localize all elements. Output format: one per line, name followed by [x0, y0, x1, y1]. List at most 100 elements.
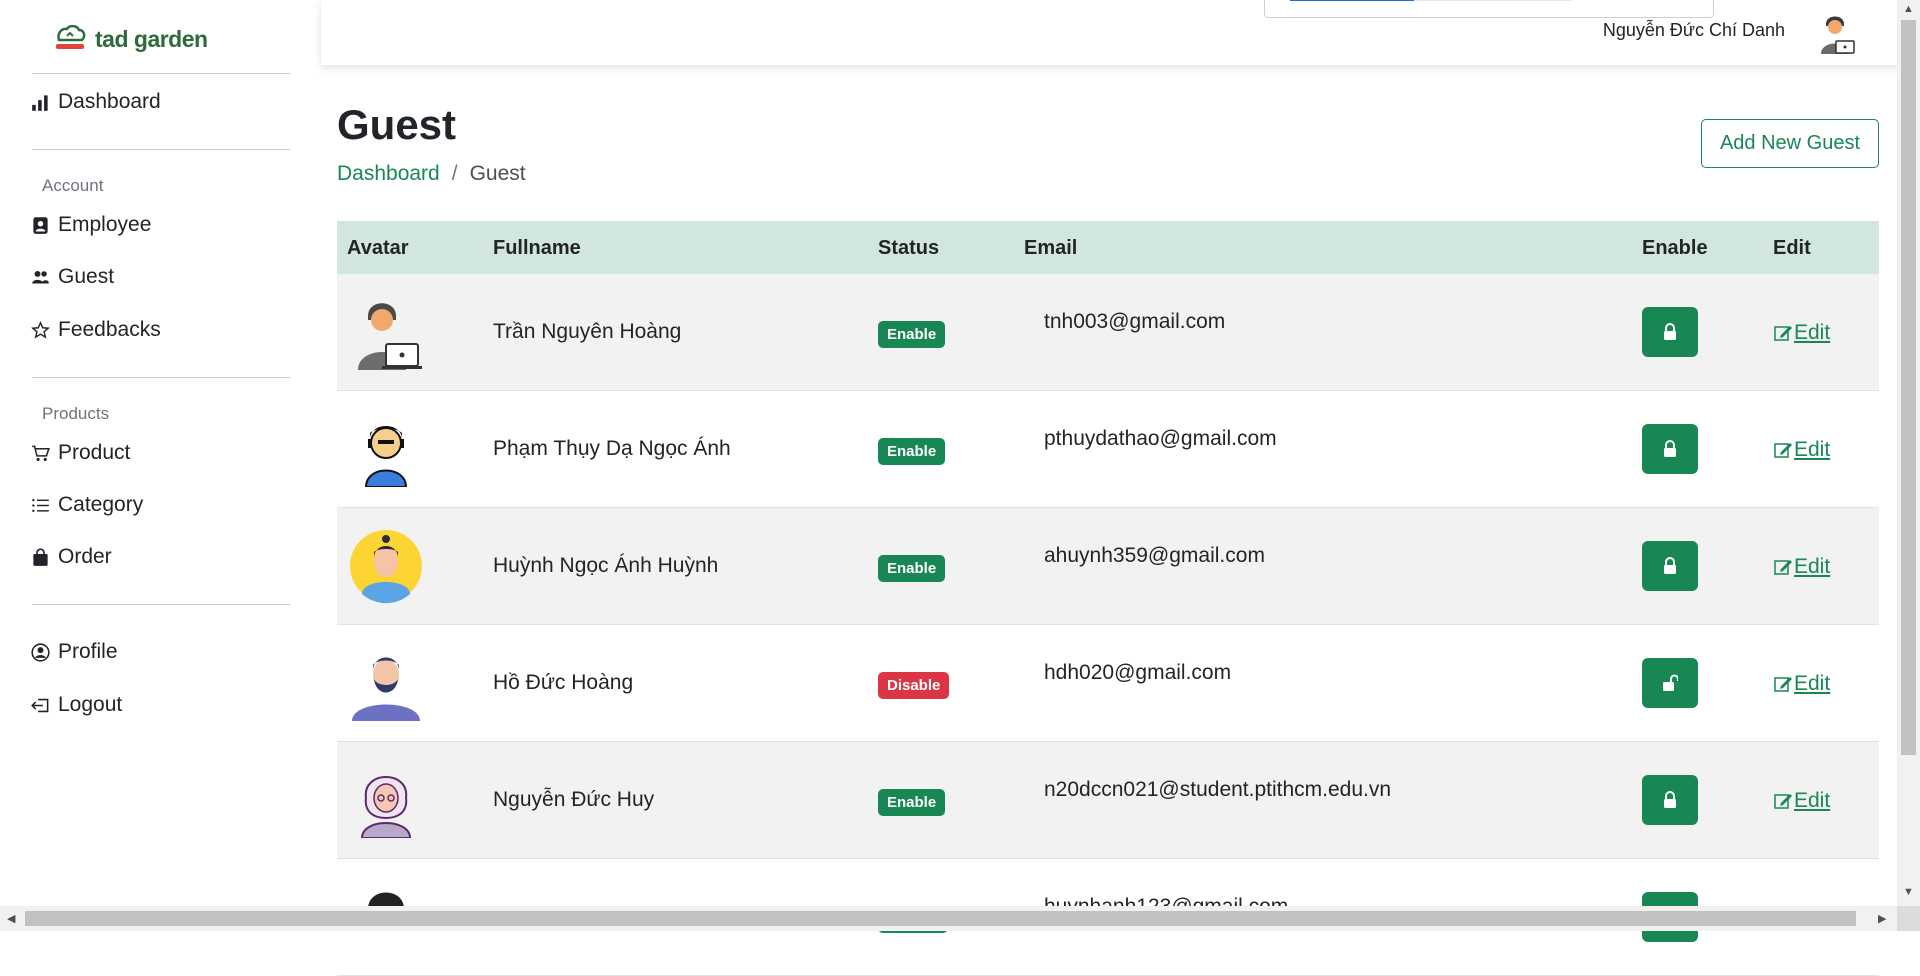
guest-table: Avatar Fullname Status Email Enable Edit… — [337, 221, 1879, 976]
edit-link[interactable]: Edit — [1773, 321, 1830, 345]
guest-fullname: Nguyễn Đức Huy — [493, 788, 655, 811]
guest-email: hdh020@gmail.com — [1044, 661, 1232, 684]
column-header-avatar: Avatar — [347, 237, 409, 259]
sidebar-item-order[interactable]: Order — [31, 545, 112, 569]
edit-icon — [1774, 677, 1792, 692]
divider — [32, 73, 290, 74]
sidebar-item-label: Product — [58, 441, 131, 464]
sidebar-item-guest[interactable]: Guest — [31, 265, 114, 289]
unlock-icon — [1663, 674, 1678, 691]
guest-email: ahuynh359@gmail.com — [1044, 544, 1265, 567]
guest-fullname: Trần Nguyên Hoàng — [493, 320, 682, 343]
person-circle-icon — [31, 642, 50, 662]
table-row: Hồ Đức Hoàng Disable hdh020@gmail.com Ed… — [337, 625, 1879, 742]
lock-icon — [1664, 323, 1676, 340]
sidebar-item-label: Order — [58, 545, 112, 568]
edit-link[interactable]: Edit — [1773, 672, 1830, 696]
enable-toggle-button[interactable] — [1642, 658, 1698, 708]
scroll-down-arrow-icon[interactable]: ▼ — [1903, 886, 1914, 898]
horizontal-scrollbar-thumb[interactable] — [25, 911, 1856, 926]
breadcrumb-home-link[interactable]: Dashboard — [337, 162, 440, 186]
lock-icon — [1664, 557, 1676, 574]
brand-logo[interactable]: tad garden — [53, 24, 208, 54]
top-bar: Nguyễn Đức Chí Danh — [321, 0, 1901, 65]
edit-link[interactable]: Edit — [1773, 555, 1830, 579]
sidebar-item-label: Feedbacks — [58, 318, 161, 341]
edit-label: Edit — [1794, 555, 1831, 578]
lock-icon — [1664, 440, 1676, 457]
bar-chart-icon — [32, 94, 48, 111]
scroll-up-arrow-icon[interactable]: ▲ — [1903, 3, 1914, 15]
edit-label: Edit — [1794, 438, 1831, 461]
sidebar-item-label: Dashboard — [58, 90, 161, 113]
guest-fullname: Hồ Đức Hoàng — [493, 671, 634, 694]
cart-icon — [32, 445, 50, 461]
list-icon — [32, 498, 49, 512]
edit-icon — [1774, 560, 1792, 575]
edit-link[interactable]: Edit — [1773, 789, 1830, 813]
guest-email: n20dccn021@student.ptithcm.edu.vn — [1044, 778, 1392, 801]
bearded-man-avatar — [352, 657, 420, 721]
edit-label: Edit — [1794, 321, 1831, 344]
logout-icon — [31, 698, 49, 712]
elderly-woman-avatar — [360, 776, 412, 838]
sidebar-item-label: Logout — [58, 693, 123, 716]
sidebar-item-product[interactable]: Product — [31, 441, 130, 465]
enable-toggle-button[interactable] — [1642, 307, 1698, 357]
table-row: Phạm Thụy Dạ Ngọc Ánh Enable pthuydathao… — [337, 391, 1879, 508]
sidebar-item-profile[interactable]: Profile — [31, 640, 118, 664]
sidebar-item-logout[interactable]: Logout — [31, 693, 122, 717]
add-new-guest-button[interactable]: Add New Guest — [1701, 119, 1879, 168]
scrollbar-corner — [1897, 906, 1920, 931]
breadcrumb: Dashboard / Guest — [337, 162, 526, 186]
garden-logo-icon — [56, 24, 86, 49]
sidebar-item-category[interactable]: Category — [31, 493, 143, 517]
sidebar-item-label: Guest — [58, 265, 115, 288]
breadcrumb-current: Guest — [469, 162, 526, 185]
scroll-left-arrow-icon[interactable]: ◀ — [7, 912, 15, 925]
man-headset-avatar — [364, 426, 408, 487]
user-name[interactable]: Nguyễn Đức Chí Danh — [1603, 20, 1785, 41]
enable-toggle-button[interactable] — [1642, 424, 1698, 474]
sidebar-item-employee[interactable]: Employee — [31, 213, 151, 237]
column-header-edit: Edit — [1773, 237, 1811, 259]
enable-toggle-button[interactable] — [1642, 775, 1698, 825]
guest-fullname: Huỳnh Ngọc Ánh Huỳnh — [493, 554, 719, 577]
column-header-status: Status — [878, 237, 940, 259]
edit-link[interactable]: Edit — [1773, 438, 1830, 462]
column-header-email: Email — [1024, 237, 1078, 259]
enable-toggle-button[interactable] — [1642, 541, 1698, 591]
guest-email: tnh003@gmail.com — [1044, 310, 1226, 333]
edit-label: Edit — [1794, 672, 1831, 695]
scroll-right-arrow-icon[interactable]: ▶ — [1878, 912, 1886, 925]
people-icon — [32, 270, 49, 283]
edit-icon — [1774, 326, 1792, 341]
vertical-scrollbar[interactable]: ▲ ▼ — [1897, 0, 1920, 906]
status-badge: Enable — [878, 789, 946, 816]
man-laptop-avatar — [358, 303, 422, 370]
progress-fill — [1290, 0, 1415, 1]
status-badge: Enable — [878, 321, 946, 348]
user-avatar[interactable] — [1813, 10, 1859, 56]
sidebar: tad garden Dashboard Account Employee Gu… — [0, 0, 300, 931]
table-header: Avatar Fullname Status Email Enable Edit — [337, 221, 1879, 274]
status-badge: Enable — [878, 438, 946, 465]
vertical-scrollbar-thumb[interactable] — [1901, 20, 1916, 755]
woman-circle-avatar — [350, 530, 422, 604]
sidebar-item-feedbacks[interactable]: Feedbacks — [31, 318, 161, 342]
shopping-bag-icon — [33, 547, 48, 566]
sidebar-item-dashboard[interactable]: Dashboard — [31, 90, 161, 114]
divider — [32, 604, 290, 605]
table-row: Nguyễn Đức Huy Enable n20dccn021@student… — [337, 742, 1879, 859]
guest-email: pthuydathao@gmail.com — [1044, 427, 1277, 450]
page-title: Guest — [337, 101, 457, 148]
guest-fullname: Phạm Thụy Dạ Ngọc Ánh — [493, 437, 731, 460]
sidebar-item-label: Category — [58, 493, 144, 516]
horizontal-scrollbar[interactable]: ◀ ▶ — [0, 906, 1897, 931]
section-label-products: Products — [42, 404, 110, 423]
breadcrumb-separator: / — [451, 162, 458, 185]
person-badge-icon — [33, 216, 48, 234]
star-icon — [31, 320, 50, 339]
status-badge: Enable — [878, 555, 946, 582]
column-header-enable: Enable — [1642, 237, 1708, 259]
